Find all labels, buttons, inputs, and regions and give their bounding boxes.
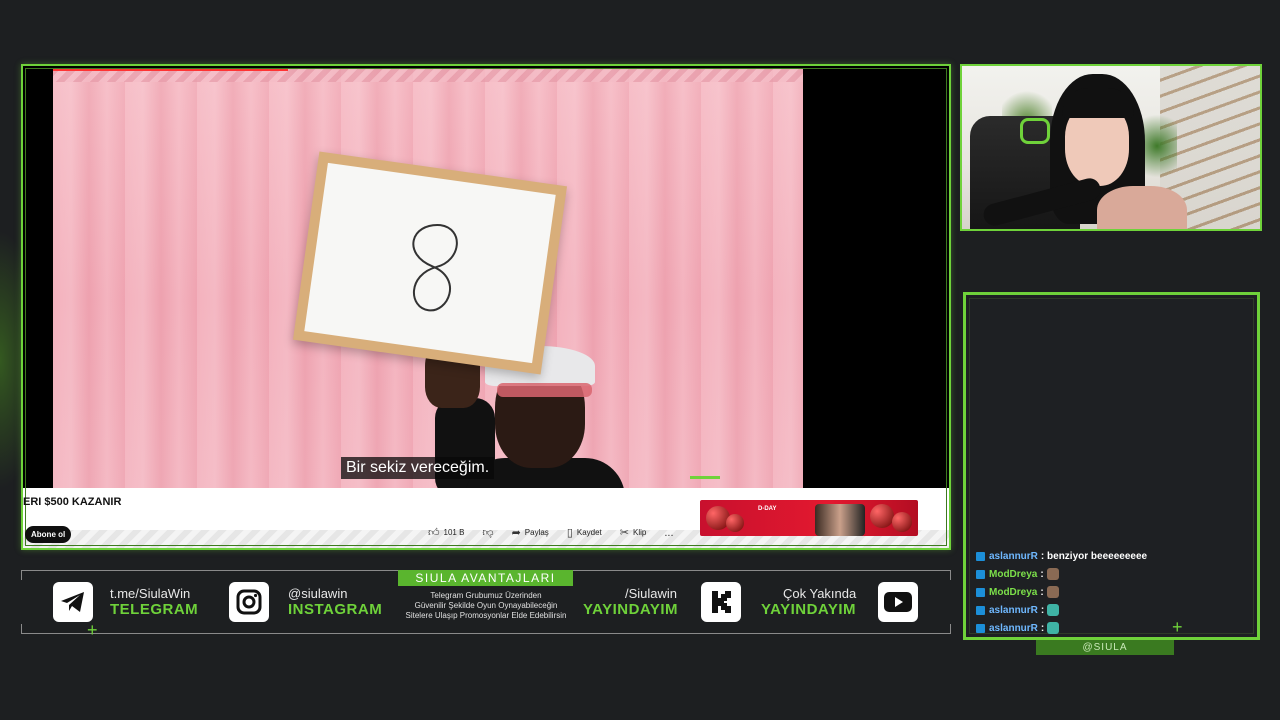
kick-link[interactable]: /Siulawin bbox=[625, 586, 677, 601]
video-actions: 👍︎ 101 B 👎︎ ➦ Paylaş ▯ Kaydet ✂ Klip ... bbox=[428, 526, 674, 540]
number-eight-drawing bbox=[412, 224, 458, 312]
video-player[interactable]: Bir sekiz vereceğim. bbox=[25, 68, 949, 488]
chair-logo-icon bbox=[1020, 118, 1050, 144]
subscriber-badge-icon bbox=[976, 623, 985, 633]
scissors-icon: ✂ bbox=[619, 527, 629, 539]
chat-message: aslannurR : benziyor beeeeeeeee bbox=[976, 547, 1147, 565]
chat-message: aslannurR : bbox=[976, 619, 1147, 637]
thumbs-down-icon: 👎︎ bbox=[482, 527, 494, 539]
chat-text: benziyor beeeeeeeee bbox=[1047, 550, 1148, 562]
clip-button[interactable]: ✂ Klip bbox=[620, 526, 647, 539]
kick-label: YAYINDAYIM bbox=[583, 601, 679, 618]
whiteboard-sign bbox=[292, 151, 568, 375]
instagram-label: INSTAGRAM bbox=[288, 601, 383, 618]
chat-message: ModDreya : bbox=[976, 583, 1147, 601]
chat-message: aslannurR : bbox=[976, 601, 1147, 619]
social-links-bar: t.me/SiulaWin TELEGRAM @siulawin INSTAGR… bbox=[21, 570, 951, 640]
chat-username: ModDreya bbox=[989, 568, 1038, 580]
more-icon: ... bbox=[664, 526, 674, 539]
kick-icon[interactable] bbox=[701, 582, 741, 622]
share-button[interactable]: ➦ Paylaş bbox=[512, 526, 549, 539]
video-subtitle: Bir sekiz vereceğim. bbox=[341, 457, 495, 479]
dance-emote-icon bbox=[1047, 622, 1060, 634]
bookmark-icon: ▯ bbox=[566, 527, 573, 539]
youtube-label: YAYINDAYIM bbox=[761, 601, 857, 618]
subscriber-badge-icon bbox=[976, 605, 985, 615]
telegram-link[interactable]: t.me/SiulaWin bbox=[110, 586, 190, 601]
video-progress-indicator bbox=[53, 68, 288, 71]
like-button[interactable]: 👍︎ 101 B bbox=[428, 526, 464, 539]
corner-plus-icon: + bbox=[87, 620, 98, 640]
subscriber-badge-icon bbox=[976, 551, 985, 561]
webcam-feed bbox=[960, 64, 1262, 231]
chat-messages: aslannurR : benziyor beeeeeeeee ModDreya… bbox=[976, 547, 1147, 637]
save-button[interactable]: ▯ Kaydet bbox=[567, 526, 602, 539]
chat-username: ModDreya bbox=[989, 586, 1038, 598]
ad-text: D-DAY bbox=[758, 506, 777, 512]
ad-image bbox=[815, 504, 865, 536]
dance-emote-icon bbox=[1047, 604, 1060, 616]
frame-accent bbox=[690, 476, 720, 479]
video-title: ERI $500 KAZANIR bbox=[23, 496, 122, 508]
avantaj-title: SIULA AVANTAJLARI bbox=[398, 570, 573, 586]
dislike-button[interactable]: 👎︎ bbox=[482, 526, 493, 539]
more-button[interactable]: ... bbox=[664, 526, 673, 539]
instagram-link[interactable]: @siulawin bbox=[288, 586, 347, 601]
telegram-label: TELEGRAM bbox=[110, 601, 199, 618]
thumbs-up-icon: 👍︎ bbox=[428, 527, 440, 539]
chat-panel: aslannurR : benziyor beeeeeeeee ModDreya… bbox=[963, 292, 1260, 640]
subscriber-badge-icon bbox=[976, 569, 985, 579]
youtube-icon[interactable] bbox=[878, 582, 918, 622]
instagram-icon[interactable] bbox=[229, 582, 269, 622]
chat-username: aslannurR bbox=[989, 622, 1038, 634]
youtube-info-bar: ERI $500 KAZANIR Abone ol 👍︎ 101 B 👎︎ ➦ … bbox=[23, 488, 949, 548]
subscribe-button[interactable]: Abone ol bbox=[25, 526, 72, 543]
youtube-link[interactable]: Çok Yakında bbox=[783, 586, 856, 601]
cat-emote-icon bbox=[1046, 586, 1059, 598]
chat-username: aslannurR bbox=[989, 604, 1038, 616]
corner-plus-icon: + bbox=[1172, 617, 1183, 637]
cat-emote-icon bbox=[1046, 568, 1059, 580]
chat-message: ModDreya : bbox=[976, 565, 1147, 583]
subscriber-badge-icon bbox=[976, 587, 985, 597]
avantaj-description: Telegram Grubumuz Üzerinden Güvenilir Şe… bbox=[405, 591, 567, 620]
ad-banner[interactable]: D-DAY bbox=[700, 500, 918, 536]
channel-tag: @SIULA bbox=[1036, 640, 1174, 655]
share-icon: ➦ bbox=[511, 527, 521, 539]
telegram-icon[interactable] bbox=[53, 582, 93, 622]
main-video-frame: Bir sekiz vereceğim. ERI $500 KAZANIR Ab… bbox=[21, 64, 951, 550]
chat-username: aslannurR bbox=[989, 550, 1038, 562]
